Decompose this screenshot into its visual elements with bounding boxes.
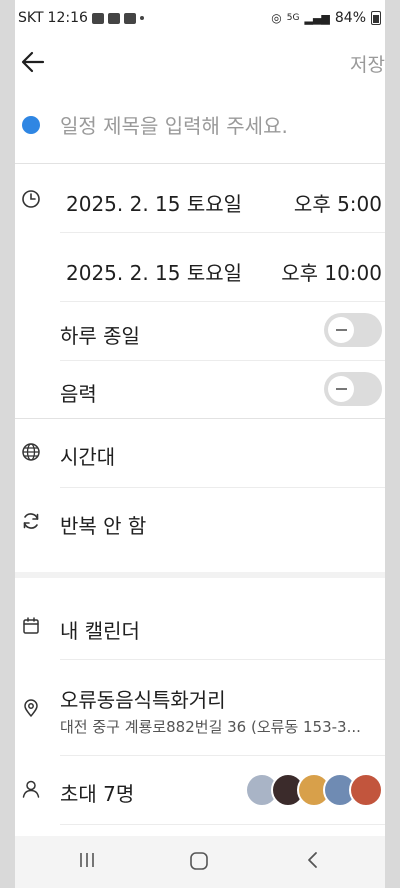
clock: 12:16 bbox=[47, 10, 88, 26]
divider bbox=[60, 301, 385, 302]
toggle-knob bbox=[328, 376, 354, 402]
start-date[interactable]: 2025. 2. 15 토요일 bbox=[66, 188, 242, 217]
divider bbox=[60, 755, 385, 756]
person-icon bbox=[22, 780, 40, 798]
status-bar: SKT 12:16 ◎ 5G ▂▄▆ 84% bbox=[15, 0, 385, 34]
network-type: 5G bbox=[286, 13, 300, 23]
invite-row[interactable]: 초대 7명 bbox=[60, 778, 134, 807]
back-arrow-icon[interactable] bbox=[18, 47, 48, 77]
save-button[interactable]: 저장 bbox=[350, 50, 385, 77]
recent-apps-icon[interactable] bbox=[77, 850, 97, 870]
invitee-avatars[interactable] bbox=[245, 773, 383, 807]
end-time[interactable]: 오후 10:00 bbox=[281, 257, 382, 286]
notification-icon bbox=[123, 12, 136, 24]
header: 저장 bbox=[15, 40, 385, 84]
divider bbox=[15, 163, 385, 164]
home-icon[interactable] bbox=[188, 850, 210, 872]
calendar-icon bbox=[23, 617, 39, 634]
location-pin-icon bbox=[24, 699, 38, 717]
hotspot-icon: ◎ bbox=[271, 11, 282, 25]
event-title-input[interactable] bbox=[60, 114, 380, 138]
timezone-row[interactable]: 시간대 bbox=[60, 441, 115, 470]
location-address: 대전 중구 계룡로882번길 36 (오류동 153-3... bbox=[60, 718, 361, 736]
battery-icon bbox=[371, 11, 381, 25]
event-color-dot[interactable] bbox=[22, 116, 40, 134]
end-date[interactable]: 2025. 2. 15 토요일 bbox=[66, 257, 242, 286]
divider bbox=[60, 232, 385, 233]
all-day-toggle[interactable] bbox=[324, 313, 382, 347]
start-time[interactable]: 오후 5:00 bbox=[294, 188, 382, 217]
signal-icon: ▂▄▆ bbox=[304, 11, 330, 25]
location-name[interactable]: 오류동음식특화거리 bbox=[60, 684, 226, 713]
divider bbox=[60, 360, 385, 361]
gallery-icon bbox=[107, 12, 120, 24]
toggle-knob bbox=[328, 317, 354, 343]
divider bbox=[60, 659, 385, 660]
repeat-row[interactable]: 반복 안 함 bbox=[60, 510, 146, 539]
system-nav-bar bbox=[15, 836, 385, 888]
divider bbox=[15, 418, 385, 419]
nav-back-icon[interactable] bbox=[303, 850, 323, 870]
divider bbox=[60, 487, 385, 488]
battery-level: 84% bbox=[334, 10, 366, 26]
globe-icon bbox=[22, 443, 40, 461]
calendar-row[interactable]: 내 캘린더 bbox=[60, 615, 140, 644]
lunar-toggle[interactable] bbox=[324, 372, 382, 406]
all-day-label: 하루 종일 bbox=[60, 324, 140, 348]
divider bbox=[60, 824, 385, 825]
avatar bbox=[349, 773, 383, 807]
more-notifications-icon bbox=[139, 16, 144, 20]
clock-icon bbox=[22, 190, 40, 208]
section-gap bbox=[15, 572, 385, 578]
lunar-label: 음력 bbox=[60, 382, 97, 406]
message-icon bbox=[91, 12, 104, 24]
carrier: SKT bbox=[18, 10, 44, 26]
screen: SKT 12:16 ◎ 5G ▂▄▆ 84% 저장 2025. 2. 15 토요… bbox=[15, 0, 385, 888]
repeat-icon bbox=[23, 513, 39, 529]
